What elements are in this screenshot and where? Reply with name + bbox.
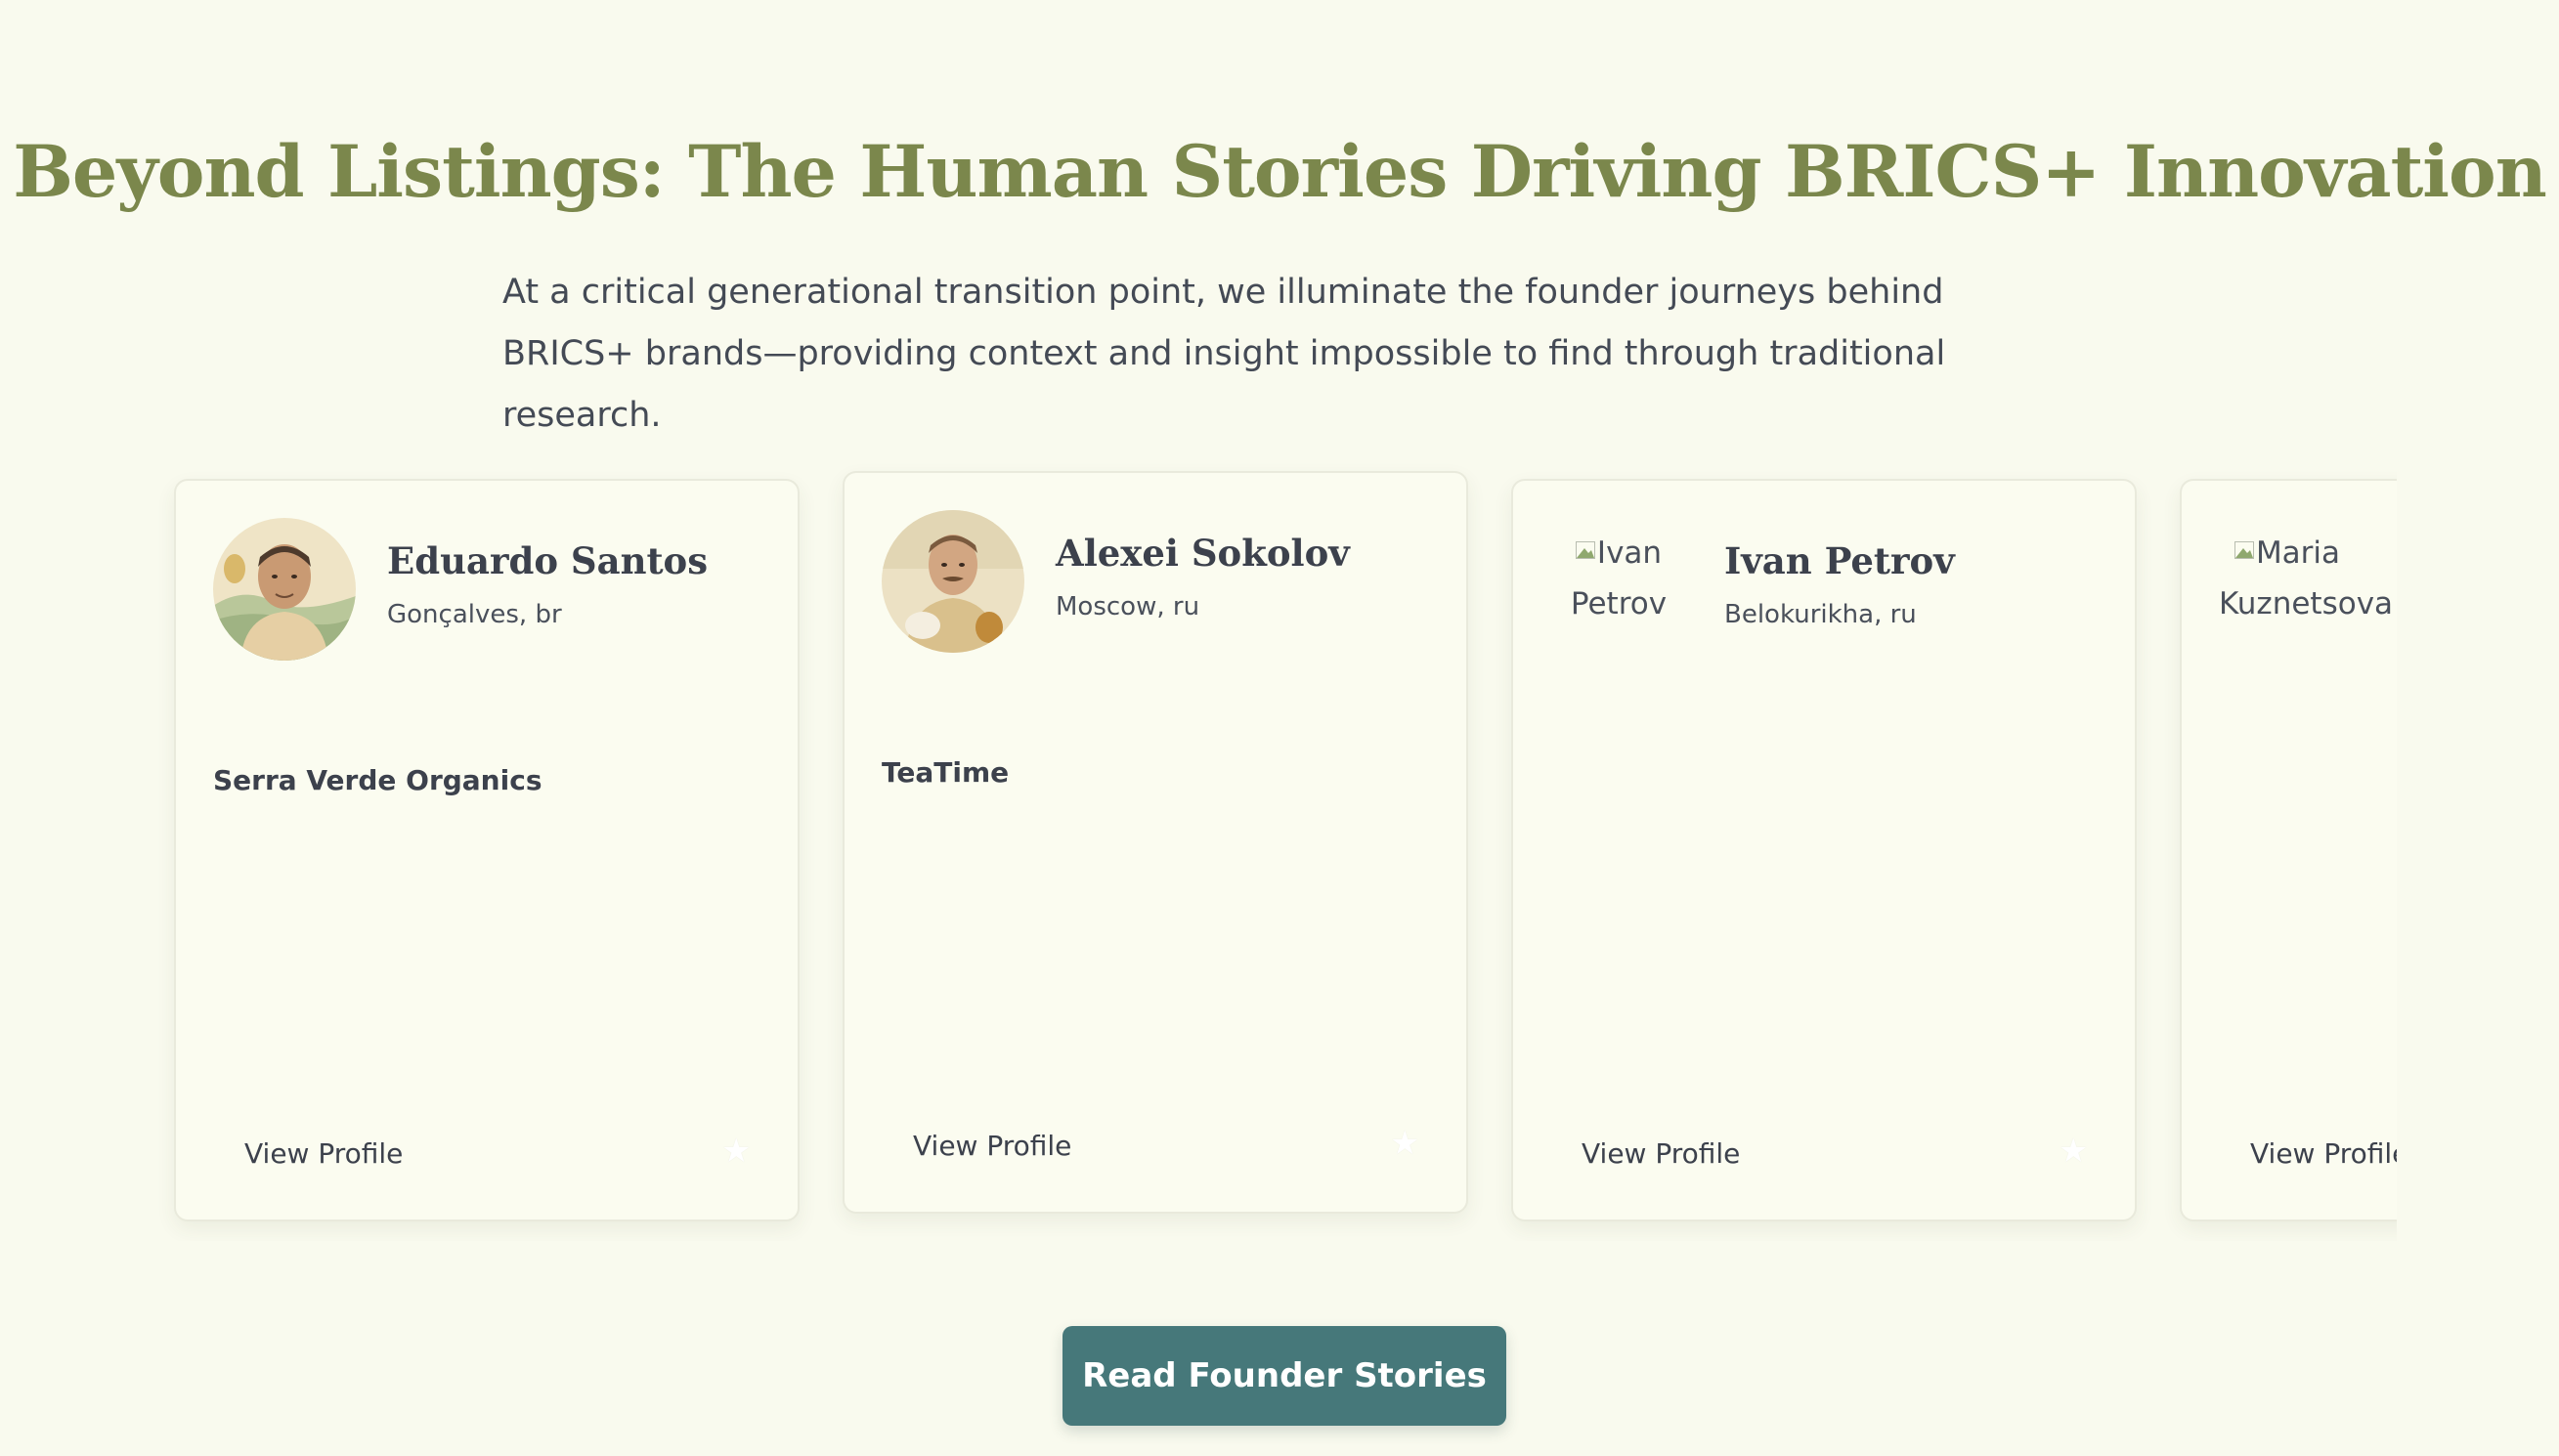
founder-avatar xyxy=(213,518,356,661)
founder-stories-section: Beyond Listings: The Human Stories Drivi… xyxy=(0,0,2559,1456)
founder-location: Belokurikha, ru xyxy=(1724,600,1917,629)
founder-card-eduardo-santos[interactable]: Eduardo Santos Gonçalves, br Serra Verde… xyxy=(174,479,800,1221)
broken-image-icon xyxy=(1575,524,1595,559)
founder-location: Gonçalves, br xyxy=(387,600,562,629)
broken-image-icon xyxy=(2234,524,2254,559)
broken-image-placeholder: Ivan Petrov xyxy=(1550,524,1687,629)
founder-name: Ivan Petrov xyxy=(1724,539,1955,582)
founder-avatar xyxy=(882,510,1024,653)
section-title: Beyond Listings: The Human Stories Drivi… xyxy=(13,130,2547,214)
section-subtitle: At a critical generational transition po… xyxy=(502,273,1946,435)
founder-brand: TeaTime xyxy=(882,756,1010,789)
view-profile-button[interactable]: View Profile xyxy=(1582,1137,1740,1170)
founder-name: Eduardo Santos xyxy=(387,539,709,582)
star-icon[interactable]: ★ xyxy=(721,1132,751,1171)
star-icon[interactable]: ★ xyxy=(2059,1132,2088,1171)
founder-card-alexei-sokolov[interactable]: Alexei Sokolov Moscow, ru TeaTime View P… xyxy=(843,471,1468,1214)
view-profile-button[interactable]: View Profile xyxy=(244,1137,403,1170)
founder-name: Alexei Sokolov xyxy=(1056,532,1350,575)
view-profile-button[interactable]: View Profile xyxy=(913,1130,1071,1162)
founder-carousel[interactable]: Eduardo Santos Gonçalves, br Serra Verde… xyxy=(156,459,2397,1241)
founder-card-maria-kuznetsova[interactable]: Maria Kuznetsova View Profile ★ xyxy=(2180,479,2397,1221)
read-founder-stories-button[interactable]: Read Founder Stories xyxy=(1063,1326,1506,1426)
star-icon[interactable]: ★ xyxy=(1390,1124,1419,1163)
broken-image-placeholder: Maria Kuznetsova xyxy=(2219,524,2393,629)
view-profile-button[interactable]: View Profile xyxy=(2250,1137,2397,1170)
founder-portrait-illustration xyxy=(213,518,356,661)
founder-portrait-illustration xyxy=(882,510,1024,653)
founder-brand: Serra Verde Organics xyxy=(213,764,542,796)
founder-location: Moscow, ru xyxy=(1056,592,1200,621)
founder-card-ivan-petrov[interactable]: Ivan Petrov Ivan Petrov Belokurikha, ru … xyxy=(1511,479,2137,1221)
